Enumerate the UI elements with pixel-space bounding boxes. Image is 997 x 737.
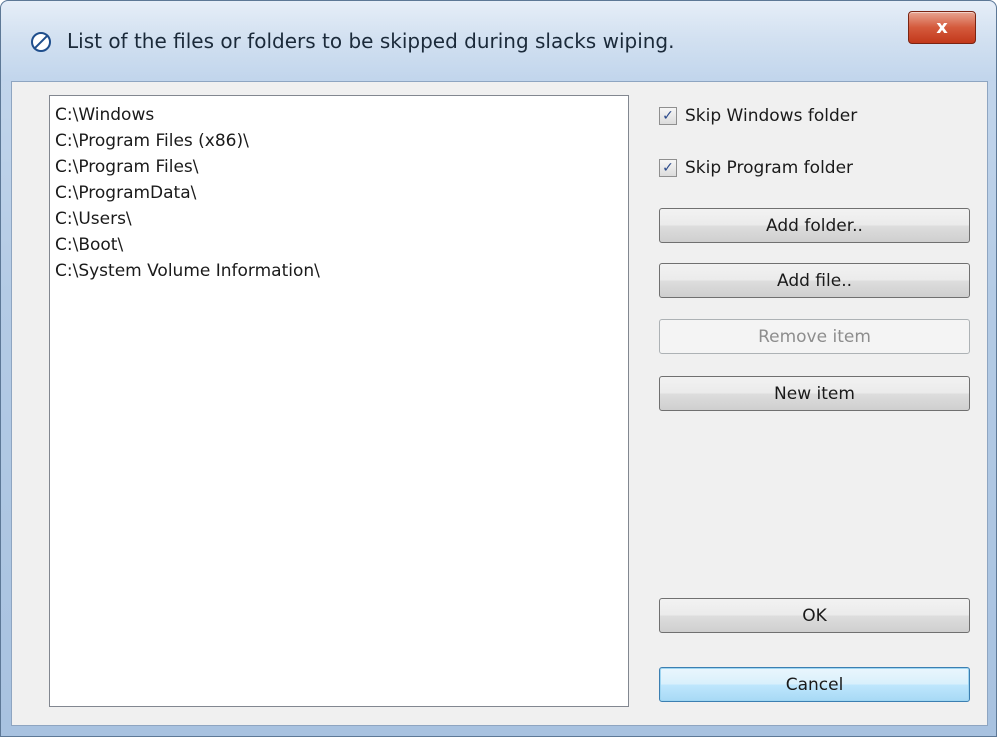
skip-list[interactable]: C:\Windows C:\Program Files (x86)\ C:\Pr… bbox=[49, 95, 629, 707]
ok-button[interactable]: OK bbox=[659, 598, 970, 633]
window-title: List of the files or folders to be skipp… bbox=[67, 29, 675, 53]
list-item[interactable]: C:\Windows bbox=[55, 102, 628, 128]
skip-windows-label[interactable]: Skip Windows folder bbox=[685, 106, 857, 126]
add-folder-button[interactable]: Add folder.. bbox=[659, 208, 970, 243]
checkmark-icon: ✓ bbox=[662, 108, 674, 124]
list-item[interactable]: C:\System Volume Information\ bbox=[55, 258, 628, 284]
add-file-button[interactable]: Add file.. bbox=[659, 263, 970, 298]
cancel-button[interactable]: Cancel bbox=[659, 667, 970, 702]
new-item-button[interactable]: New item bbox=[659, 376, 970, 411]
list-item[interactable]: C:\ProgramData\ bbox=[55, 180, 628, 206]
skip-program-label[interactable]: Skip Program folder bbox=[685, 158, 853, 178]
close-button[interactable]: x bbox=[908, 11, 976, 44]
skip-program-option[interactable]: ✓ Skip Program folder bbox=[659, 158, 853, 178]
skip-windows-checkbox[interactable]: ✓ bbox=[659, 107, 677, 125]
list-item[interactable]: C:\Boot\ bbox=[55, 232, 628, 258]
list-item[interactable]: C:\Users\ bbox=[55, 206, 628, 232]
title-bar: List of the files or folders to be skipp… bbox=[1, 1, 996, 81]
list-item[interactable]: C:\Program Files (x86)\ bbox=[55, 128, 628, 154]
remove-item-button[interactable]: Remove item bbox=[659, 319, 970, 354]
skip-windows-option[interactable]: ✓ Skip Windows folder bbox=[659, 106, 857, 126]
no-entry-icon bbox=[31, 32, 51, 52]
dialog-window: List of the files or folders to be skipp… bbox=[0, 0, 997, 737]
skip-program-checkbox[interactable]: ✓ bbox=[659, 159, 677, 177]
list-item[interactable]: C:\Program Files\ bbox=[55, 154, 628, 180]
dialog-client-area: C:\Windows C:\Program Files (x86)\ C:\Pr… bbox=[11, 81, 988, 726]
checkmark-icon: ✓ bbox=[662, 160, 674, 176]
